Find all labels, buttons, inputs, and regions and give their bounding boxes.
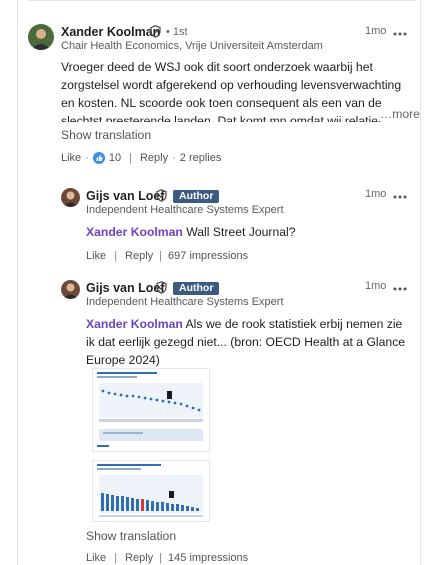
impressions-count: 697 impressions — [168, 250, 249, 262]
impressions-count: 145 impressions — [168, 552, 249, 564]
more-options-icon[interactable] — [393, 281, 407, 291]
reply-button[interactable]: Reply — [140, 152, 168, 164]
show-translation-link[interactable]: Show translation — [86, 529, 176, 543]
more-options-icon[interactable] — [393, 189, 407, 199]
replies-count[interactable]: 2 replies — [180, 152, 222, 164]
reply-actions: Like | Reply | 697 impressions — [86, 250, 248, 262]
like-button[interactable]: Like — [86, 552, 106, 564]
attached-chart-image[interactable] — [92, 460, 210, 522]
separator: · — [172, 152, 176, 164]
reply-author-name[interactable]: Gijs van Loef — [86, 189, 165, 203]
comment-actions: Like · 10 | Reply · 2 replies — [61, 152, 221, 164]
avatar[interactable] — [28, 24, 54, 50]
reply-body: Wall Street Journal? — [182, 225, 296, 239]
reply-author-headline: Independent Healthcare Systems Expert — [86, 296, 284, 308]
mention-link[interactable]: Xander Koolman — [86, 225, 183, 239]
comment-text: Vroeger deed de WSJ ook dit soort onderz… — [61, 58, 416, 122]
mention-link[interactable]: Xander Koolman — [86, 317, 183, 331]
reply-button[interactable]: Reply — [125, 250, 153, 262]
reply-text: Xander Koolman Wall Street Journal? — [86, 223, 406, 241]
reply-time: 1mo — [365, 188, 387, 200]
reply-actions: Like | Reply | 145 impressions — [86, 552, 248, 564]
author-badge: Author — [173, 190, 220, 203]
reaction-count[interactable]: 10 — [109, 152, 121, 164]
attached-chart-image[interactable] — [92, 368, 210, 452]
reply-button[interactable]: Reply — [125, 552, 153, 564]
comment-author-name[interactable]: Xander Koolman — [61, 25, 160, 39]
reply-author-name[interactable]: Gijs van Loef — [86, 281, 165, 295]
comment-time: 1mo — [365, 25, 387, 37]
reply-time: 1mo — [365, 280, 387, 292]
separator: | — [159, 552, 163, 564]
more-options-icon[interactable] — [393, 26, 407, 36]
like-button[interactable]: Like — [86, 250, 106, 262]
avatar[interactable] — [61, 280, 80, 299]
avatar[interactable] — [61, 188, 80, 207]
reply-text: Xander Koolman Als we de rook statistiek… — [86, 315, 410, 369]
comment-body: Vroeger deed de WSJ ook dit soort onderz… — [61, 60, 402, 122]
separator: · — [85, 152, 89, 164]
show-translation-link[interactable]: Show translation — [61, 128, 151, 142]
reply-author-headline: Independent Healthcare Systems Expert — [86, 204, 284, 216]
divider — [28, 0, 416, 1]
separator: | — [114, 552, 118, 564]
comment-author-headline: Chair Health Economics, Vrije Universite… — [61, 40, 323, 52]
like-button[interactable]: Like — [61, 152, 81, 164]
separator: | — [159, 250, 163, 262]
like-reaction-icon — [92, 152, 105, 164]
author-badge: Author — [173, 282, 220, 295]
separator: | — [129, 152, 132, 164]
connection-degree: • 1st — [166, 26, 188, 38]
separator: | — [114, 250, 118, 262]
see-more-link[interactable]: …more — [377, 107, 420, 121]
